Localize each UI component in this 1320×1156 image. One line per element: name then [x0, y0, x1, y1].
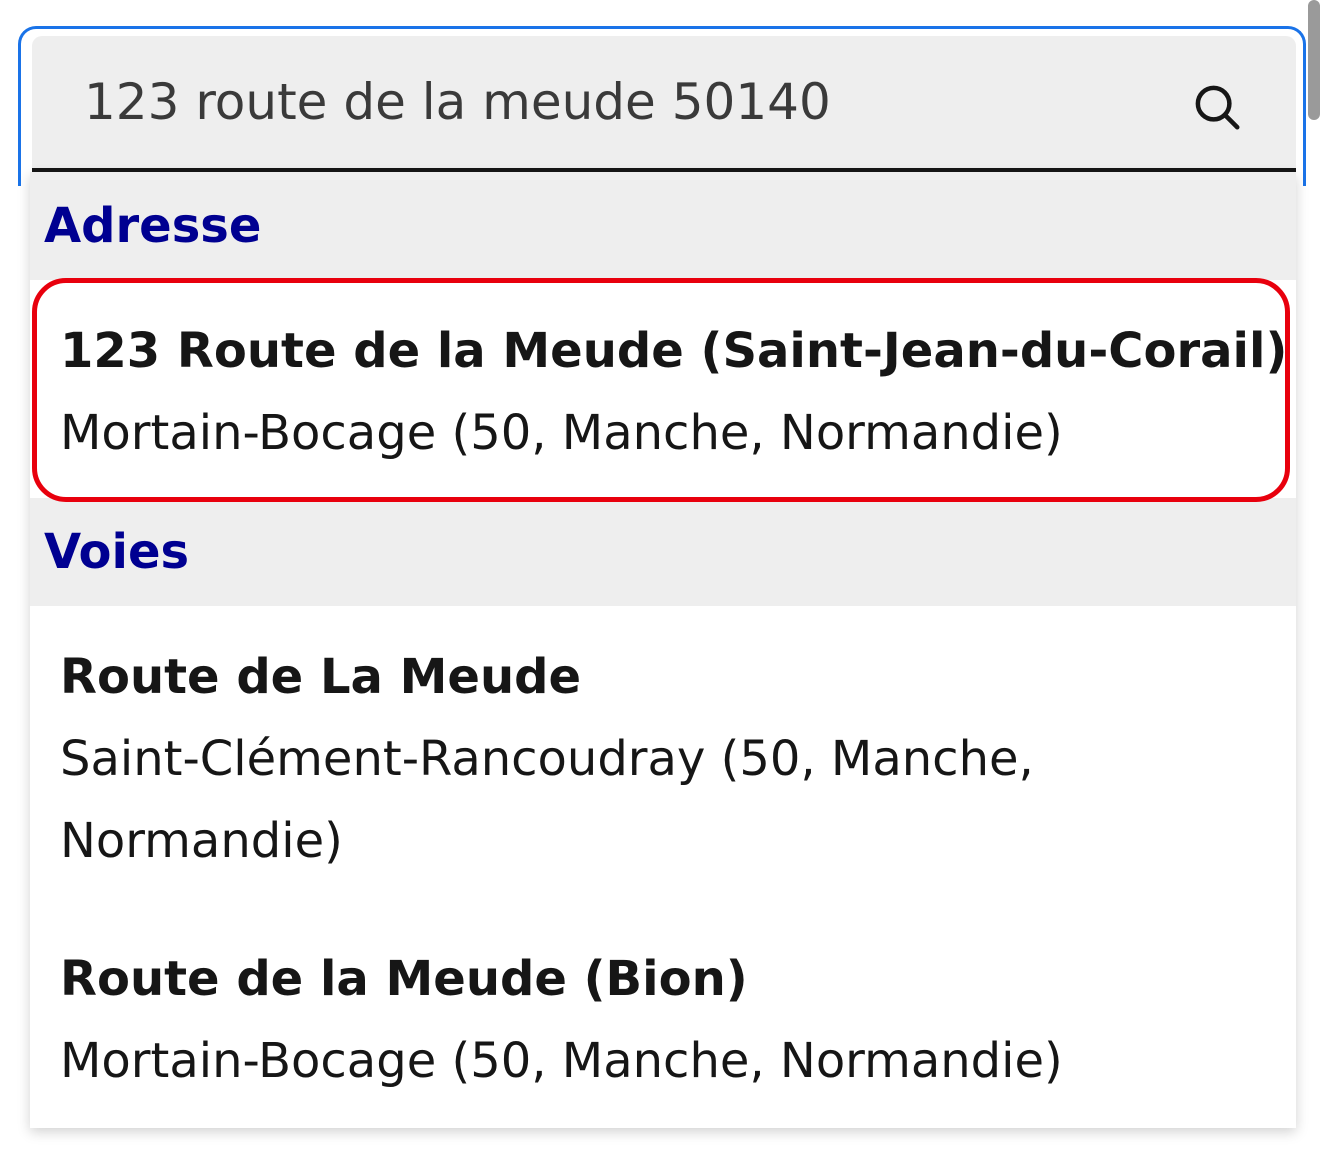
- option-subtitle: Mortain-Bocage (50, Manche, Normandie): [60, 405, 1063, 461]
- option-title: Route de La Meude: [60, 649, 582, 705]
- option-subtitle: Saint-Clément-Rancoudray (50, Manche, No…: [60, 731, 1034, 869]
- option-route-de-la-meude[interactable]: Route de La Meude Saint-Clément-Rancoudr…: [30, 636, 1180, 882]
- group-label: Adresse: [44, 198, 262, 254]
- suggestions-dropdown: Adresse 123 Route de la Meude (Saint-Jea…: [30, 172, 1296, 1128]
- group-header-voies: Voies: [30, 498, 1296, 606]
- page: Adresse 123 Route de la Meude (Saint-Jea…: [0, 0, 1320, 1156]
- option-subtitle: Mortain-Bocage (50, Manche, Normandie): [60, 1033, 1063, 1089]
- search-field[interactable]: [32, 36, 1296, 172]
- group-label: Voies: [44, 524, 190, 580]
- search-icon[interactable]: [1190, 80, 1244, 134]
- option-address-saint-jean-du-corail[interactable]: 123 Route de la Meude (Saint-Jean-du-Cor…: [30, 310, 1296, 474]
- scrollbar-thumb[interactable]: [1308, 0, 1320, 120]
- option-title: 123 Route de la Meude (Saint-Jean-du-Cor…: [60, 323, 1288, 379]
- option-title: Route de la Meude (Bion): [60, 951, 748, 1007]
- search-input[interactable]: [84, 66, 1164, 138]
- option-route-de-la-meude-bion[interactable]: Route de la Meude (Bion) Mortain-Bocage …: [30, 938, 1296, 1102]
- group-header-adresse: Adresse: [30, 172, 1296, 280]
